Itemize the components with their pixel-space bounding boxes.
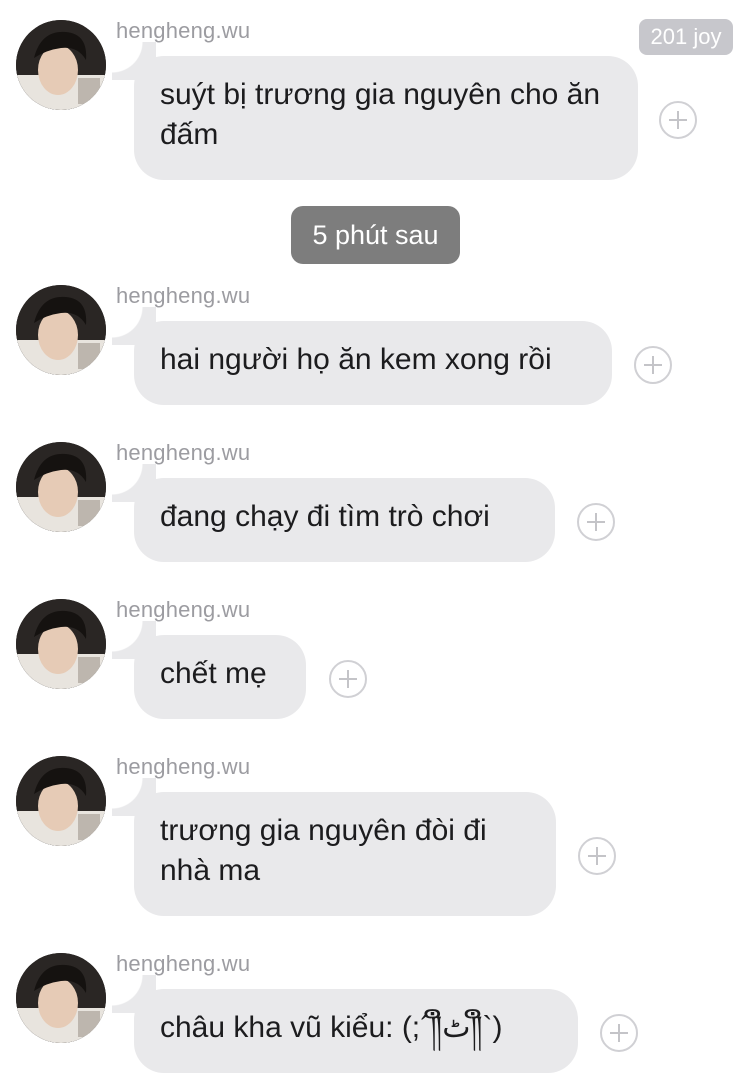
message-text: trương gia nguyên đòi đi nhà ma [160,814,487,887]
avatar[interactable] [16,442,106,532]
message-item: hengheng.wu suýt bị trương gia nguyên ch… [0,18,750,182]
message-text: châu kha vũ kiểu: (;´༎ຶٹ༎ຶ`) [160,1011,503,1044]
message-bubble[interactable]: hai người họ ăn kem xong rồi [112,307,612,405]
message-text: chết mẹ [160,657,267,690]
username[interactable]: hengheng.wu [116,754,250,780]
time-divider: 5 phút sau [291,206,460,264]
username[interactable]: hengheng.wu [116,283,250,309]
avatar[interactable] [16,599,106,689]
username[interactable]: hengheng.wu [116,18,250,44]
avatar[interactable] [16,953,106,1043]
add-reaction-icon[interactable] [578,837,616,875]
message-item: hengheng.wu trương gia nguyên đòi đi nhà… [0,754,750,918]
message-text: đang chạy đi tìm trò chơi [160,500,490,533]
message-item: hengheng.wu chết mẹ [0,597,750,721]
message-bubble[interactable]: đang chạy đi tìm trò chơi [112,464,555,562]
message-text: suýt bị trương gia nguyên cho ăn đấm [160,78,601,151]
avatar[interactable] [16,756,106,846]
message-bubble[interactable]: suýt bị trương gia nguyên cho ăn đấm [112,42,638,180]
message-item: hengheng.wu đang chạy đi tìm trò chơi [0,440,750,564]
add-reaction-icon[interactable] [659,101,697,139]
username[interactable]: hengheng.wu [116,440,250,466]
message-item: hengheng.wu châu kha vũ kiểu: (;´༎ຶٹ༎ຶ`) [0,951,750,1075]
username[interactable]: hengheng.wu [116,951,250,977]
avatar[interactable] [16,20,106,110]
message-text: hai người họ ăn kem xong rồi [160,343,552,376]
add-reaction-icon[interactable] [329,660,367,698]
username[interactable]: hengheng.wu [116,597,250,623]
message-bubble[interactable]: chết mẹ [112,621,306,719]
add-reaction-icon[interactable] [634,346,672,384]
add-reaction-icon[interactable] [577,503,615,541]
add-reaction-icon[interactable] [600,1014,638,1052]
avatar[interactable] [16,285,106,375]
message-item: hengheng.wu hai người họ ăn kem xong rồi [0,283,750,407]
message-bubble[interactable]: trương gia nguyên đòi đi nhà ma [112,778,556,916]
message-bubble[interactable]: châu kha vũ kiểu: (;´༎ຶٹ༎ຶ`) [112,975,578,1073]
